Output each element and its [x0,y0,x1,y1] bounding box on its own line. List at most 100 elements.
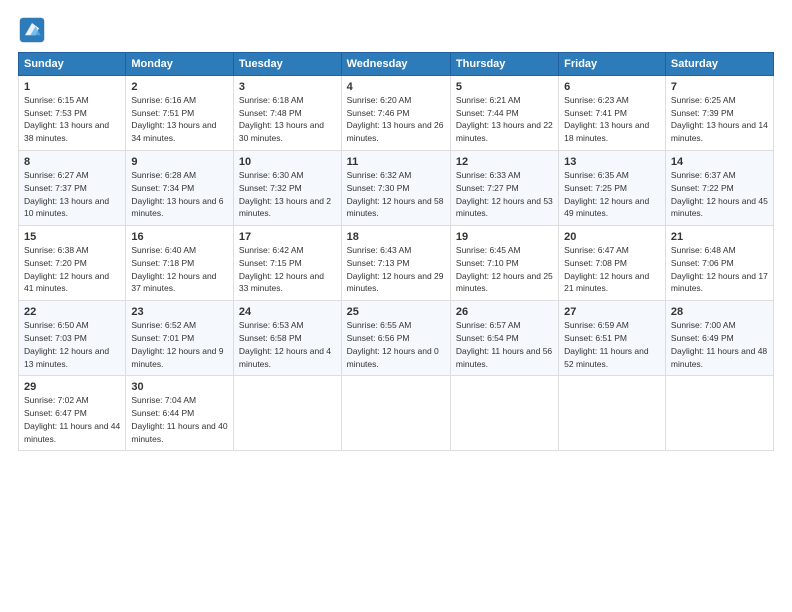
sunrise: Sunrise: 6:16 AM [131,95,196,105]
sunset: Sunset: 6:58 PM [239,333,302,343]
daylight: Daylight: 13 hours and 18 minutes. [564,120,649,143]
sunset: Sunset: 6:56 PM [347,333,410,343]
daylight: Daylight: 13 hours and 34 minutes. [131,120,216,143]
calendar-cell [233,376,341,451]
calendar-cell: 12 Sunrise: 6:33 AM Sunset: 7:27 PM Dayl… [450,151,558,226]
calendar-cell: 27 Sunrise: 6:59 AM Sunset: 6:51 PM Dayl… [559,301,666,376]
daylight: Daylight: 13 hours and 6 minutes. [131,196,223,219]
daylight: Daylight: 13 hours and 10 minutes. [24,196,109,219]
sunset: Sunset: 7:13 PM [347,258,410,268]
day-number: 26 [456,305,553,320]
daylight: Daylight: 12 hours and 29 minutes. [347,271,444,294]
day-number: 16 [131,230,228,245]
day-number: 20 [564,230,660,245]
calendar-cell: 4 Sunrise: 6:20 AM Sunset: 7:46 PM Dayli… [341,76,450,151]
sunrise: Sunrise: 6:21 AM [456,95,521,105]
day-number: 27 [564,305,660,320]
weekday-header-thursday: Thursday [450,53,558,76]
header [18,16,774,44]
daylight: Daylight: 11 hours and 52 minutes. [564,346,648,369]
weekday-header-monday: Monday [126,53,234,76]
calendar-cell [341,376,450,451]
sunset: Sunset: 6:44 PM [131,408,194,418]
sunset: Sunset: 7:27 PM [456,183,519,193]
day-number: 1 [24,80,120,95]
calendar-cell: 10 Sunrise: 6:30 AM Sunset: 7:32 PM Dayl… [233,151,341,226]
daylight: Daylight: 11 hours and 40 minutes. [131,421,227,444]
daylight: Daylight: 12 hours and 25 minutes. [456,271,553,294]
calendar-week-3: 15 Sunrise: 6:38 AM Sunset: 7:20 PM Dayl… [19,226,774,301]
day-number: 4 [347,80,445,95]
sunrise: Sunrise: 6:38 AM [24,245,89,255]
calendar-cell [559,376,666,451]
sunset: Sunset: 7:18 PM [131,258,194,268]
day-number: 10 [239,155,336,170]
sunset: Sunset: 7:10 PM [456,258,519,268]
sunrise: Sunrise: 6:33 AM [456,170,521,180]
daylight: Daylight: 12 hours and 0 minutes. [347,346,439,369]
daylight: Daylight: 12 hours and 37 minutes. [131,271,216,294]
sunrise: Sunrise: 6:43 AM [347,245,412,255]
day-number: 23 [131,305,228,320]
weekday-header-wednesday: Wednesday [341,53,450,76]
sunrise: Sunrise: 6:42 AM [239,245,304,255]
weekday-header-row: SundayMondayTuesdayWednesdayThursdayFrid… [19,53,774,76]
calendar-cell: 3 Sunrise: 6:18 AM Sunset: 7:48 PM Dayli… [233,76,341,151]
sunrise: Sunrise: 7:02 AM [24,395,89,405]
sunrise: Sunrise: 6:25 AM [671,95,736,105]
sunrise: Sunrise: 6:40 AM [131,245,196,255]
day-number: 24 [239,305,336,320]
day-number: 17 [239,230,336,245]
sunset: Sunset: 7:53 PM [24,108,87,118]
sunset: Sunset: 7:48 PM [239,108,302,118]
sunset: Sunset: 7:01 PM [131,333,194,343]
logo [18,16,50,44]
weekday-header-saturday: Saturday [665,53,773,76]
calendar-cell [450,376,558,451]
sunset: Sunset: 7:51 PM [131,108,194,118]
sunset: Sunset: 6:47 PM [24,408,87,418]
daylight: Daylight: 12 hours and 33 minutes. [239,271,324,294]
calendar-cell: 7 Sunrise: 6:25 AM Sunset: 7:39 PM Dayli… [665,76,773,151]
calendar-cell: 1 Sunrise: 6:15 AM Sunset: 7:53 PM Dayli… [19,76,126,151]
daylight: Daylight: 13 hours and 22 minutes. [456,120,553,143]
day-number: 12 [456,155,553,170]
sunrise: Sunrise: 6:45 AM [456,245,521,255]
calendar-cell: 30 Sunrise: 7:04 AM Sunset: 6:44 PM Dayl… [126,376,234,451]
daylight: Daylight: 11 hours and 56 minutes. [456,346,552,369]
sunset: Sunset: 7:34 PM [131,183,194,193]
calendar-cell: 29 Sunrise: 7:02 AM Sunset: 6:47 PM Dayl… [19,376,126,451]
calendar-cell: 19 Sunrise: 6:45 AM Sunset: 7:10 PM Dayl… [450,226,558,301]
sunrise: Sunrise: 6:59 AM [564,320,629,330]
day-number: 6 [564,80,660,95]
day-number: 28 [671,305,768,320]
sunrise: Sunrise: 6:47 AM [564,245,629,255]
day-number: 25 [347,305,445,320]
calendar-week-1: 1 Sunrise: 6:15 AM Sunset: 7:53 PM Dayli… [19,76,774,151]
sunset: Sunset: 7:44 PM [456,108,519,118]
day-number: 30 [131,380,228,395]
day-number: 29 [24,380,120,395]
daylight: Daylight: 12 hours and 21 minutes. [564,271,649,294]
daylight: Daylight: 12 hours and 45 minutes. [671,196,768,219]
sunrise: Sunrise: 6:32 AM [347,170,412,180]
daylight: Daylight: 12 hours and 49 minutes. [564,196,649,219]
weekday-header-friday: Friday [559,53,666,76]
sunset: Sunset: 7:30 PM [347,183,410,193]
calendar-cell: 15 Sunrise: 6:38 AM Sunset: 7:20 PM Dayl… [19,226,126,301]
calendar-cell: 25 Sunrise: 6:55 AM Sunset: 6:56 PM Dayl… [341,301,450,376]
calendar-cell [665,376,773,451]
calendar-cell: 23 Sunrise: 6:52 AM Sunset: 7:01 PM Dayl… [126,301,234,376]
weekday-header-sunday: Sunday [19,53,126,76]
sunset: Sunset: 6:51 PM [564,333,627,343]
sunrise: Sunrise: 6:18 AM [239,95,304,105]
day-number: 9 [131,155,228,170]
day-number: 2 [131,80,228,95]
sunset: Sunset: 7:20 PM [24,258,87,268]
sunrise: Sunrise: 6:20 AM [347,95,412,105]
day-number: 21 [671,230,768,245]
sunrise: Sunrise: 6:53 AM [239,320,304,330]
day-number: 11 [347,155,445,170]
weekday-header-tuesday: Tuesday [233,53,341,76]
daylight: Daylight: 12 hours and 4 minutes. [239,346,331,369]
